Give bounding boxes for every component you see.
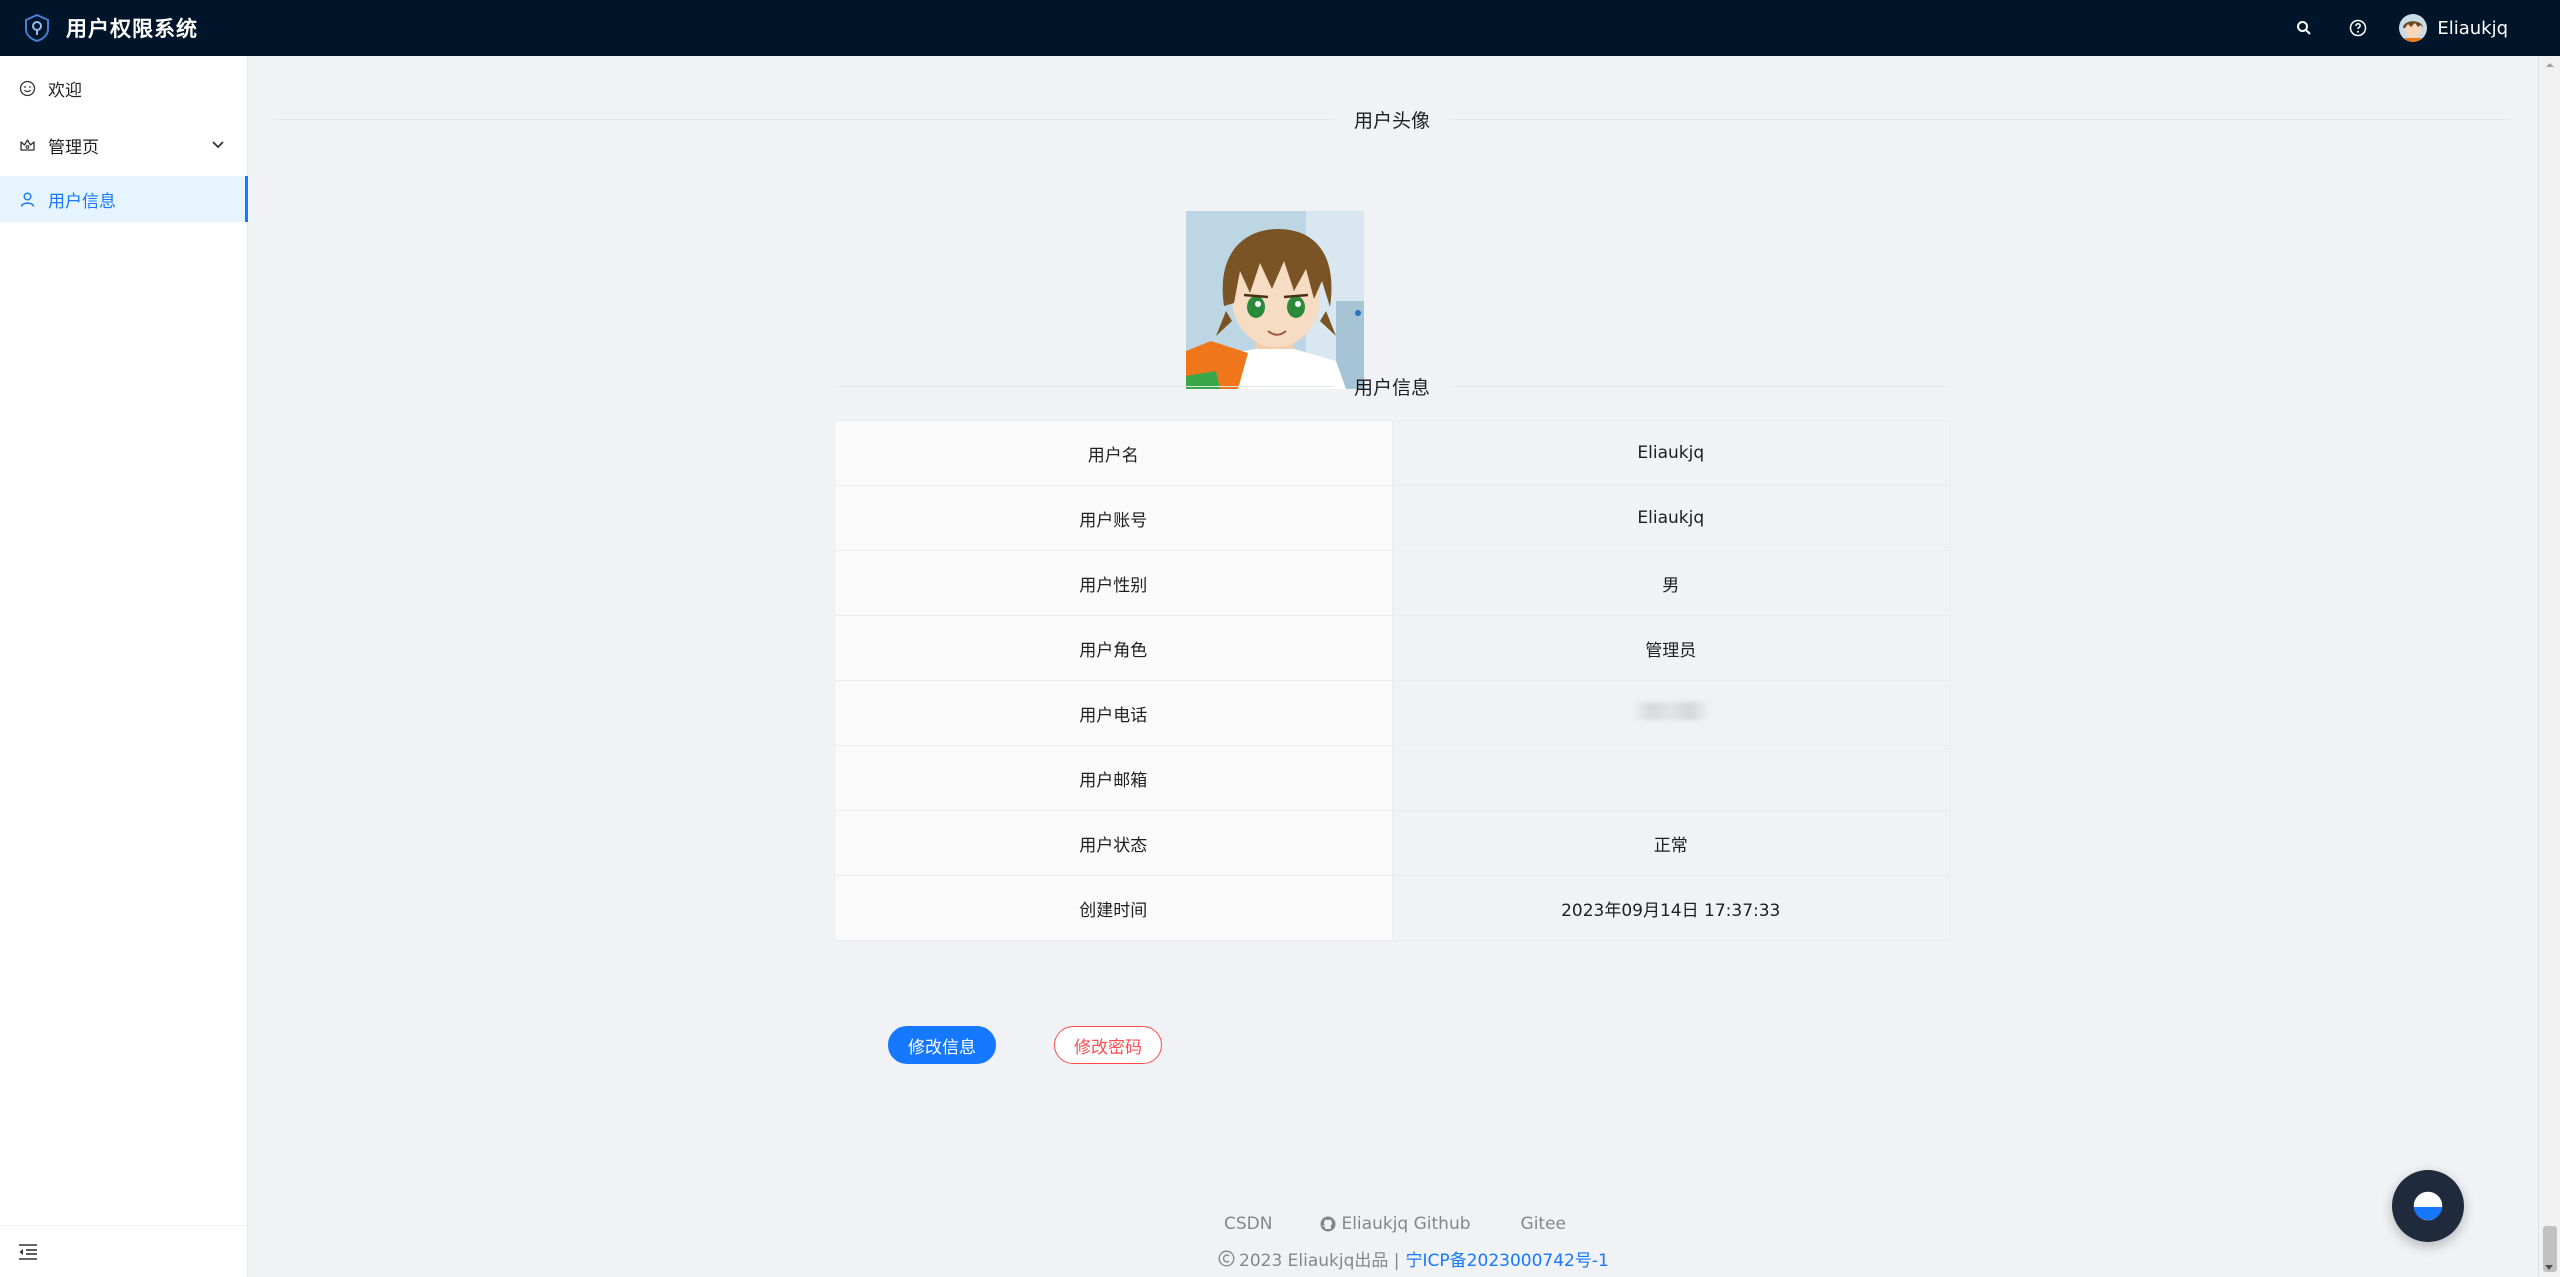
scrollbar[interactable] — [2538, 56, 2560, 1277]
copyright-text: 2023 Eliaukjq出品 | — [1239, 1250, 1400, 1271]
edit-info-button[interactable]: 修改信息 — [888, 1026, 996, 1064]
row-label: 创建时间 — [834, 875, 1393, 941]
user-avatar-image — [1186, 211, 1364, 389]
row-value: 2023年09月14日 17:37:33 — [1391, 875, 1950, 941]
row-label: 用户角色 — [834, 615, 1393, 681]
footer-link-csdn[interactable]: CSDN — [1224, 1214, 1272, 1234]
sidebar: 欢迎 管理页 用户信息 — [0, 56, 248, 1277]
user-name: Eliaukjq — [2437, 17, 2508, 39]
avatar-divider: 用户头像 — [274, 106, 2511, 133]
table-row: 用户性别 男 — [834, 550, 1950, 616]
table-row: 用户邮箱 — [834, 745, 1950, 811]
edit-password-button[interactable]: 修改密码 — [1054, 1026, 1162, 1064]
row-label: 用户账号 — [834, 485, 1393, 551]
app-title: 用户权限系统 — [66, 17, 198, 41]
link-label: Gitee — [1520, 1214, 1566, 1234]
header-actions: Eliaukjq — [2277, 0, 2508, 56]
top-header: 用户权限系统 Eliaukjq — [0, 0, 2560, 56]
blurred-phone — [1630, 701, 1711, 720]
copyright-icon — [1218, 1250, 1235, 1266]
sidebar-item-label: 用户信息 — [48, 191, 116, 212]
footer-links: CSDN Eliaukjq Github Gitee — [1224, 1211, 1566, 1237]
user-icon — [19, 191, 36, 208]
footer-link-github[interactable]: Eliaukjq Github — [1320, 1214, 1471, 1234]
menu-fold-icon — [19, 1243, 37, 1260]
table-row: 用户账号 Eliaukjq — [834, 485, 1950, 551]
scroll-up-arrow-icon[interactable] — [2543, 58, 2557, 72]
user-menu[interactable]: Eliaukjq — [2399, 14, 2508, 42]
row-value: 管理员 — [1391, 615, 1950, 681]
row-label: 用户性别 — [834, 550, 1393, 616]
sidebar-item-user-info[interactable]: 用户信息 — [0, 176, 248, 222]
sidebar-collapse-button[interactable] — [0, 1225, 248, 1277]
info-divider: 用户信息 — [834, 373, 1951, 400]
logo-icon — [25, 13, 49, 43]
table-row: 用户状态 正常 — [834, 810, 1950, 876]
row-value: 男 — [1391, 550, 1950, 616]
sidebar-item-admin[interactable]: 管理页 — [0, 122, 248, 168]
footer-copyright: 2023 Eliaukjq出品 | 宁ICP备2023000742号-1 — [1218, 1245, 1609, 1271]
sidebar-item-label: 欢迎 — [48, 80, 82, 101]
icp-link[interactable]: 宁ICP备2023000742号-1 — [1406, 1246, 1609, 1271]
question-circle-icon[interactable] — [2331, 0, 2385, 56]
row-value: Eliaukjq — [1391, 485, 1950, 551]
row-value: Eliaukjq — [1391, 420, 1950, 486]
sidebar-item-welcome[interactable]: 欢迎 — [0, 65, 248, 111]
smile-icon — [19, 80, 36, 97]
table-row: 用户电话 — [834, 680, 1950, 746]
row-value-blurred — [1391, 680, 1950, 746]
chevron-down-icon[interactable] — [210, 136, 226, 152]
row-label: 用户状态 — [834, 810, 1393, 876]
logo[interactable]: 用户权限系统 — [0, 13, 198, 43]
crown-icon — [19, 137, 36, 154]
row-value: 正常 — [1391, 810, 1950, 876]
link-label: Eliaukjq Github — [1341, 1214, 1471, 1234]
section-title: 用户信息 — [1354, 377, 1431, 399]
search-icon[interactable] — [2277, 0, 2331, 56]
table-row: 用户名 Eliaukjq — [834, 420, 1950, 486]
table-row: 创建时间 2023年09月14日 17:37:33 — [834, 875, 1950, 941]
floating-action-button[interactable] — [2392, 1170, 2464, 1242]
assistant-icon — [2412, 1190, 2444, 1222]
row-label: 用户电话 — [834, 680, 1393, 746]
user-info-table: 用户名 Eliaukjq 用户账号 Eliaukjq 用户性别 男 用户角色 管… — [834, 420, 1950, 941]
section-title: 用户头像 — [1354, 110, 1431, 132]
sidebar-item-label: 管理页 — [48, 137, 99, 158]
footer-link-gitee[interactable]: Gitee — [1521, 1214, 1566, 1234]
row-label: 用户邮箱 — [834, 745, 1393, 811]
avatar — [2399, 14, 2428, 42]
github-icon — [1320, 1216, 1336, 1232]
scroll-down-arrow-icon[interactable] — [2542, 1262, 2556, 1274]
link-label: CSDN — [1224, 1214, 1273, 1234]
row-label: 用户名 — [834, 420, 1393, 486]
table-row: 用户角色 管理员 — [834, 615, 1950, 681]
row-value — [1391, 745, 1950, 811]
